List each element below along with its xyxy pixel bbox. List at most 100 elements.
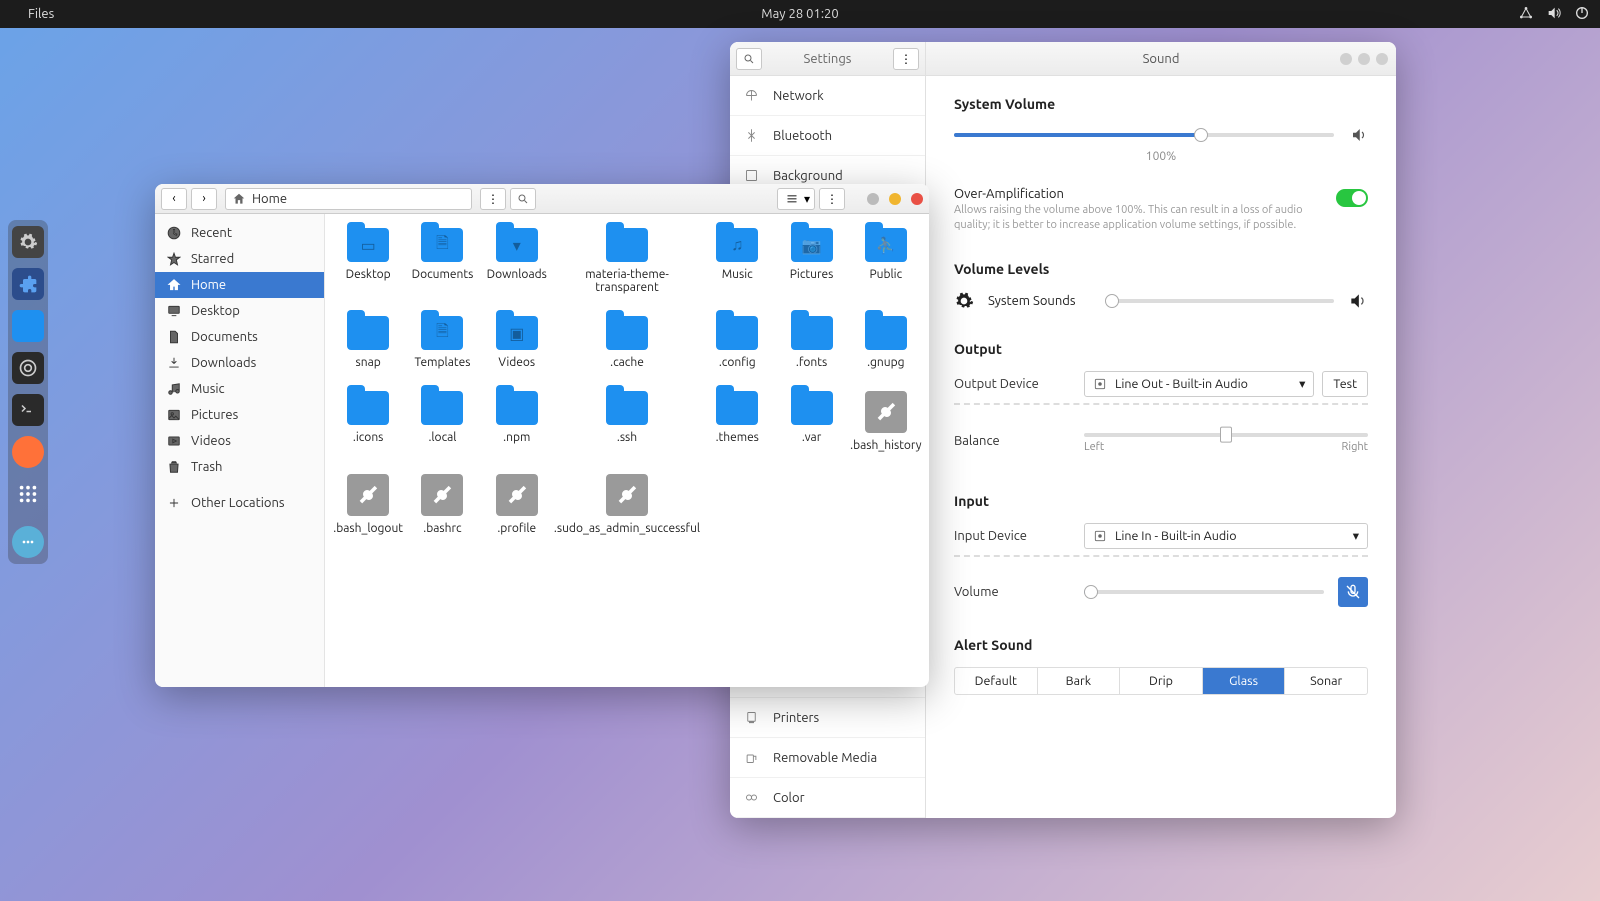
settings-search-button[interactable] <box>736 48 762 70</box>
dock-settings-icon[interactable] <box>12 226 44 258</box>
topbar-app[interactable]: Files <box>28 7 54 21</box>
home-icon <box>232 192 246 206</box>
topbar-datetime[interactable]: May 28 01:20 <box>761 7 838 21</box>
system-volume-slider[interactable] <box>954 133 1334 137</box>
file--sudo-as-admin-successful[interactable]: .sudo_as_admin_successful <box>554 474 700 535</box>
sidebar-item-pictures[interactable]: Pictures <box>155 402 324 428</box>
topbar: Files May 28 01:20 <box>0 0 1600 28</box>
output-device-label: Output Device <box>954 377 1084 391</box>
system-sounds-slider[interactable] <box>1106 299 1334 303</box>
alert-option-default[interactable]: Default <box>955 668 1038 694</box>
folder--icons[interactable]: .icons <box>331 391 405 452</box>
folder--gnupg[interactable]: .gnupg <box>849 316 923 369</box>
dock-terminal-icon[interactable] <box>12 394 44 426</box>
sidebar-item-home[interactable]: Home <box>155 272 324 298</box>
settings-panel: Sound System Volume 100% Over-Amplificat… <box>926 42 1396 818</box>
output-device-select[interactable]: Line Out - Built-in Audio ▾ <box>1084 371 1314 397</box>
folder-pictures[interactable]: 📷Pictures <box>774 228 848 294</box>
folder-materia-theme-transparent[interactable]: materia-theme-transparent <box>554 228 700 294</box>
settings-maximize-button[interactable] <box>1358 53 1370 65</box>
sidebar-item-starred[interactable]: Starred <box>155 246 324 272</box>
input-volume-slider[interactable] <box>1084 590 1324 594</box>
power-indicator-icon[interactable] <box>1574 5 1590 24</box>
file--profile[interactable]: .profile <box>480 474 554 535</box>
test-button[interactable]: Test <box>1322 371 1368 397</box>
search-button[interactable] <box>510 188 536 210</box>
sidebar-item-music[interactable]: Music <box>155 376 324 402</box>
settings-close-button[interactable] <box>1376 53 1388 65</box>
folder--npm[interactable]: .npm <box>480 391 554 452</box>
settings-nav-network[interactable]: Network <box>730 76 925 116</box>
file--bash-logout[interactable]: .bash_logout <box>331 474 405 535</box>
folder--local[interactable]: .local <box>405 391 479 452</box>
folder-snap[interactable]: snap <box>331 316 405 369</box>
breadcrumb-label: Home <box>252 192 287 206</box>
over-amplification-toggle[interactable] <box>1336 189 1368 207</box>
alert-option-bark[interactable]: Bark <box>1038 668 1121 694</box>
folder--themes[interactable]: .themes <box>700 391 774 452</box>
back-button[interactable]: ‹ <box>161 188 187 210</box>
settings-nav-bluetooth[interactable]: Bluetooth <box>730 116 925 156</box>
settings-panel-title: Sound <box>1143 52 1180 66</box>
input-device-label: Input Device <box>954 529 1084 543</box>
files-close-button[interactable] <box>911 193 923 205</box>
forward-button[interactable]: › <box>191 188 217 210</box>
folder--cache[interactable]: .cache <box>554 316 700 369</box>
folder-downloads[interactable]: ▾Downloads <box>480 228 554 294</box>
alert-option-glass[interactable]: Glass <box>1203 668 1286 694</box>
folder--var[interactable]: .var <box>774 391 848 452</box>
input-device-select[interactable]: Line In - Built-in Audio ▾ <box>1084 523 1368 549</box>
file--bashrc[interactable]: .bashrc <box>405 474 479 535</box>
files-grid: ▭Desktop🗎Documents▾Downloadsmateria-them… <box>325 214 929 687</box>
dock-files-icon[interactable] <box>12 310 44 342</box>
breadcrumb[interactable]: Home <box>225 188 472 210</box>
settings-nav-printers[interactable]: Printers <box>730 698 925 738</box>
folder-documents[interactable]: 🗎Documents <box>405 228 479 294</box>
sidebar-item-videos[interactable]: Videos <box>155 428 324 454</box>
alert-sound-title: Alert Sound <box>954 637 1368 653</box>
sidebar-item-other-locations[interactable]: Other Locations <box>155 490 324 516</box>
input-volume-label: Volume <box>954 585 1084 599</box>
folder-desktop[interactable]: ▭Desktop <box>331 228 405 294</box>
volume-indicator-icon[interactable] <box>1546 5 1562 24</box>
folder-videos[interactable]: ▣Videos <box>480 316 554 369</box>
settings-menu-button[interactable]: ⋮ <box>893 48 919 70</box>
dock <box>8 220 48 564</box>
dock-firefox-icon[interactable] <box>12 436 44 468</box>
alert-option-drip[interactable]: Drip <box>1120 668 1203 694</box>
settings-nav-removable-media[interactable]: Removable Media <box>730 738 925 778</box>
mic-mute-button[interactable] <box>1338 577 1368 607</box>
files-window: ‹ › Home ⋮ ▾ ⋮ RecentStarredHomeDesktopD… <box>155 184 929 687</box>
sidebar-item-trash[interactable]: Trash <box>155 454 324 480</box>
settings-minimize-button[interactable] <box>1340 53 1352 65</box>
sidebar-item-recent[interactable]: Recent <box>155 220 324 246</box>
sidebar-item-desktop[interactable]: Desktop <box>155 298 324 324</box>
volume-icon <box>1348 291 1368 311</box>
files-minimize-button[interactable] <box>867 193 879 205</box>
files-maximize-button[interactable] <box>889 193 901 205</box>
settings-nav-color[interactable]: Color <box>730 778 925 818</box>
alert-option-sonar[interactable]: Sonar <box>1285 668 1367 694</box>
sidebar-item-downloads[interactable]: Downloads <box>155 350 324 376</box>
balance-slider[interactable]: Left Right <box>1084 425 1368 457</box>
folder-music[interactable]: ♫Music <box>700 228 774 294</box>
input-device-value: Line In - Built-in Audio <box>1115 529 1237 543</box>
file--bash-history[interactable]: .bash_history <box>849 391 923 452</box>
path-menu-button[interactable]: ⋮ <box>480 188 506 210</box>
sidebar-item-documents[interactable]: Documents <box>155 324 324 350</box>
folder-public[interactable]: ⛹Public <box>849 228 923 294</box>
over-amplification-desc: Allows raising the volume above 100%. Th… <box>954 203 1324 233</box>
hamburger-menu-button[interactable]: ⋮ <box>819 188 845 210</box>
dock-extensions-icon[interactable] <box>12 268 44 300</box>
volume-icon <box>1350 126 1368 144</box>
folder--config[interactable]: .config <box>700 316 774 369</box>
dock-apps-icon[interactable] <box>12 478 44 510</box>
balance-left-label: Left <box>1084 441 1104 453</box>
view-mode-button[interactable]: ▾ <box>777 188 815 210</box>
dock-more-icon[interactable] <box>12 526 44 558</box>
folder--fonts[interactable]: .fonts <box>774 316 848 369</box>
dock-obs-icon[interactable] <box>12 352 44 384</box>
network-indicator-icon[interactable] <box>1518 5 1534 24</box>
folder-templates[interactable]: 🗎Templates <box>405 316 479 369</box>
folder--ssh[interactable]: .ssh <box>554 391 700 452</box>
